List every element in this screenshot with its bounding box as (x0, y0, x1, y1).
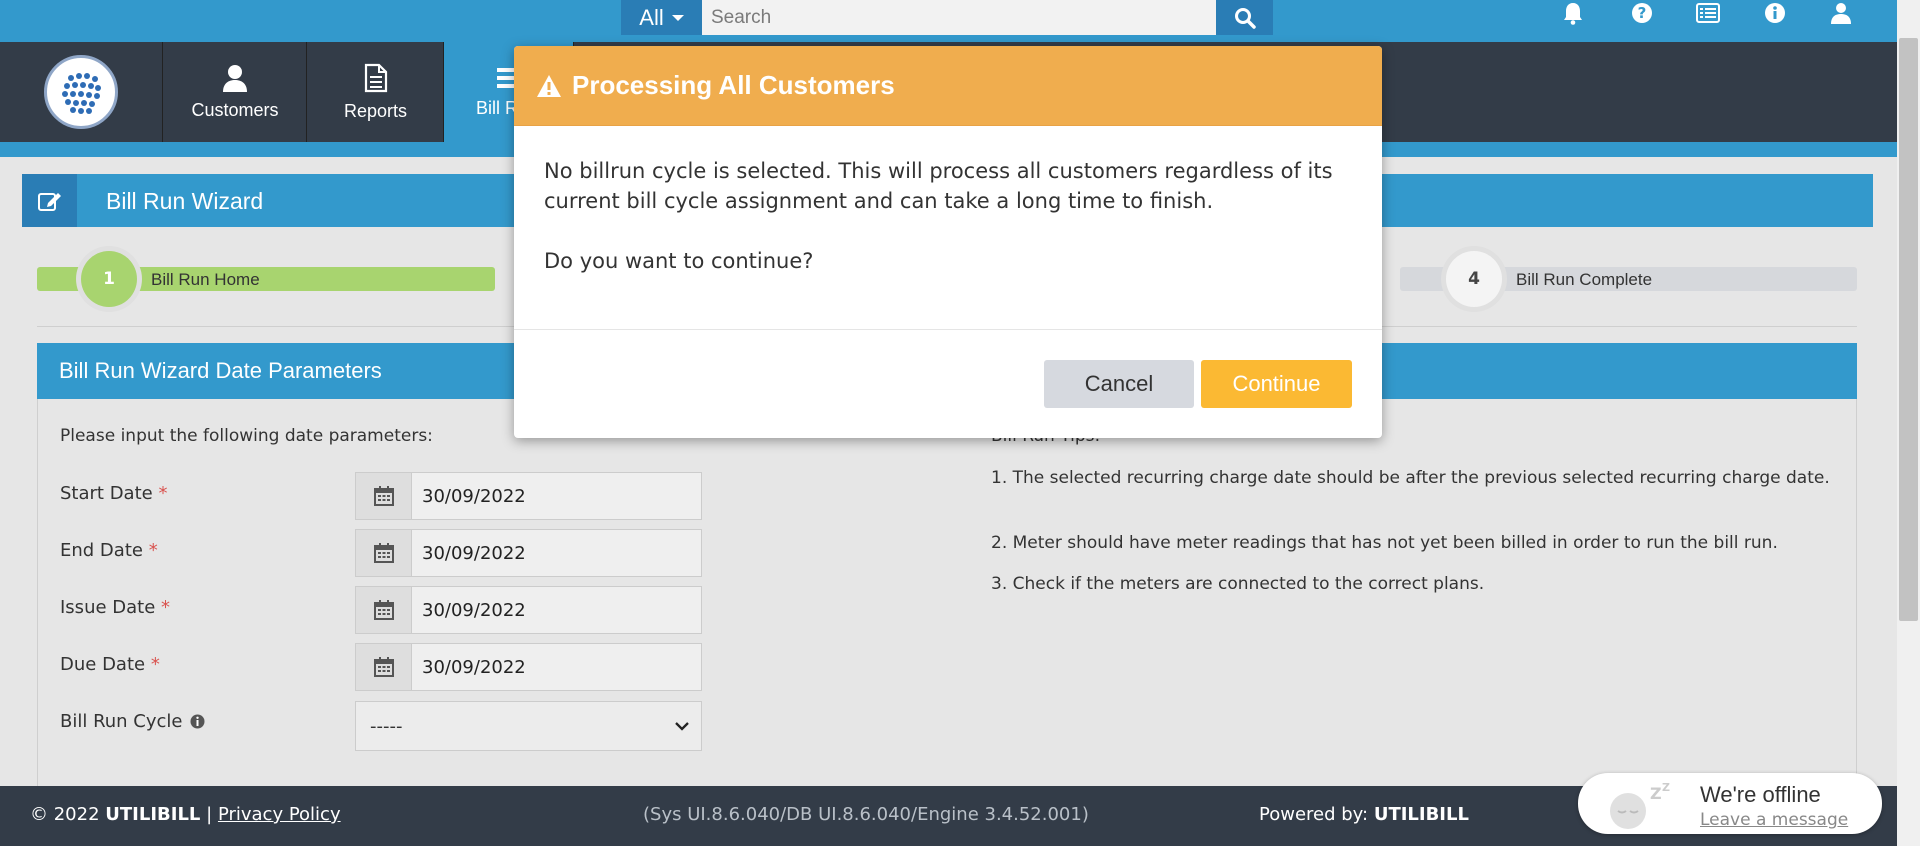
logo-link[interactable] (0, 42, 163, 142)
required-marker: * (148, 540, 158, 561)
search-input[interactable] (702, 0, 1216, 35)
info-icon[interactable] (190, 714, 205, 729)
wizard-title: Bill Run Wizard (106, 188, 264, 214)
processing-modal: Processing All Customers No billrun cycl… (514, 46, 1382, 438)
required-marker: * (150, 654, 160, 675)
modal-question: Do you want to continue? (544, 249, 814, 273)
bill-run-cycle-label: Bill Run Cycle (60, 711, 205, 732)
chevron-down-icon (675, 722, 689, 731)
footer-company: UTILIBILL (105, 804, 201, 825)
bill-run-cycle-value: ----- (370, 715, 403, 737)
warning-icon (537, 74, 561, 97)
modal-body: No billrun cycle is selected. This will … (514, 126, 1382, 330)
powered-prefix: Powered by: (1259, 804, 1369, 825)
svg-text:Z: Z (1662, 781, 1670, 794)
calendar-icon[interactable] (356, 644, 412, 690)
params-instruction: Please input the following date paramete… (60, 426, 433, 446)
tip-item: 3. Check if the meters are connected to … (991, 574, 1485, 594)
calendar-icon[interactable] (356, 473, 412, 519)
due-date-label-text: Due Date (60, 654, 146, 675)
nav-reports-label: Reports (343, 100, 408, 121)
issue-date-label-text: Issue Date (60, 597, 156, 618)
bell-icon[interactable] (1558, 0, 1588, 26)
end-date-field[interactable]: 30/09/2022 (355, 529, 702, 577)
issue-date-value: 30/09/2022 (422, 599, 526, 621)
params-title: Bill Run Wizard Date Parameters (59, 358, 382, 383)
powered-company: UTILIBILL (1373, 804, 1469, 825)
required-marker: * (158, 483, 168, 504)
footer-separator: | (206, 804, 213, 825)
chat-widget[interactable]: Z Z We're offline Leave a message (1578, 773, 1882, 834)
user-icon (223, 64, 247, 92)
nav-customers[interactable]: Customers (164, 42, 307, 142)
scrollbar-thumb[interactable] (1899, 38, 1918, 621)
required-marker: * (161, 597, 171, 618)
privacy-policy-link[interactable]: Privacy Policy (218, 804, 341, 825)
step-4-number: 4 (1468, 269, 1480, 289)
modal-footer: Cancel Continue (514, 330, 1382, 438)
due-date-label: Due Date * (60, 654, 160, 675)
modal-header: Processing All Customers (514, 46, 1382, 126)
footer-version: (Sys UI.8.6.040/DB UI.8.6.040/Engine 3.4… (643, 804, 1089, 825)
due-date-field[interactable]: 30/09/2022 (355, 643, 702, 691)
nav-customers-label: Customers (191, 99, 279, 120)
sleeping-chat-icon: Z Z (1610, 781, 1670, 829)
calendar-icon[interactable] (356, 530, 412, 576)
user-icon[interactable] (1826, 0, 1856, 26)
tip-item: 2. Meter should have meter readings that… (991, 533, 1778, 553)
svg-text:?: ? (1638, 4, 1647, 22)
bill-run-cycle-label-text: Bill Run Cycle (60, 711, 183, 732)
search-scope-dropdown[interactable]: All (621, 0, 702, 35)
end-date-value: 30/09/2022 (422, 542, 526, 564)
end-date-label: End Date * (60, 540, 158, 561)
continue-button[interactable]: Continue (1201, 360, 1352, 408)
start-date-label-text: Start Date (60, 483, 153, 504)
copyright-text: © 2022 (30, 804, 100, 825)
bill-run-cycle-select[interactable]: ----- (355, 701, 702, 751)
question-icon[interactable]: ? (1627, 0, 1657, 26)
start-date-label: Start Date * (60, 483, 167, 504)
modal-title: Processing All Customers (572, 70, 895, 100)
start-date-value: 30/09/2022 (422, 485, 526, 507)
due-date-value: 30/09/2022 (422, 656, 526, 678)
list-icon[interactable] (1693, 0, 1723, 26)
step-4-circle[interactable]: 4 (1446, 251, 1502, 307)
svg-text:Z: Z (1650, 784, 1662, 803)
end-date-label-text: End Date (60, 540, 143, 561)
top-search-bar: All ? (0, 0, 1920, 42)
search-scope-label: All (639, 4, 664, 30)
search-icon (1234, 7, 1256, 29)
chat-status: We're offline (1700, 782, 1821, 807)
caret-down-icon (671, 14, 684, 21)
step-4-label: Bill Run Complete (1516, 270, 1653, 289)
step-1-label: Bill Run Home (151, 270, 260, 289)
edit-icon (22, 174, 77, 227)
start-date-field[interactable]: 30/09/2022 (355, 472, 702, 520)
calendar-icon[interactable] (356, 587, 412, 633)
issue-date-label: Issue Date * (60, 597, 170, 618)
step-1-circle[interactable]: 1 (81, 251, 137, 307)
search-button[interactable] (1216, 0, 1273, 35)
nav-bill-run-label: Bill R (476, 97, 519, 118)
step-1-number: 1 (103, 269, 115, 289)
utilibill-logo (44, 55, 118, 129)
nav-reports[interactable]: Reports (308, 42, 444, 142)
footer-powered-by: Powered by: UTILIBILL (1259, 804, 1469, 825)
modal-message: No billrun cycle is selected. This will … (544, 159, 1333, 213)
tip-item: 1. The selected recurring charge date sh… (991, 468, 1830, 488)
footer-copyright: © 2022 UTILIBILL | Privacy Policy (30, 804, 341, 825)
issue-date-field[interactable]: 30/09/2022 (355, 586, 702, 634)
document-icon (364, 63, 387, 92)
info-icon[interactable] (1760, 0, 1790, 26)
leave-message-link[interactable]: Leave a message (1700, 810, 1848, 830)
cancel-button[interactable]: Cancel (1044, 360, 1194, 408)
